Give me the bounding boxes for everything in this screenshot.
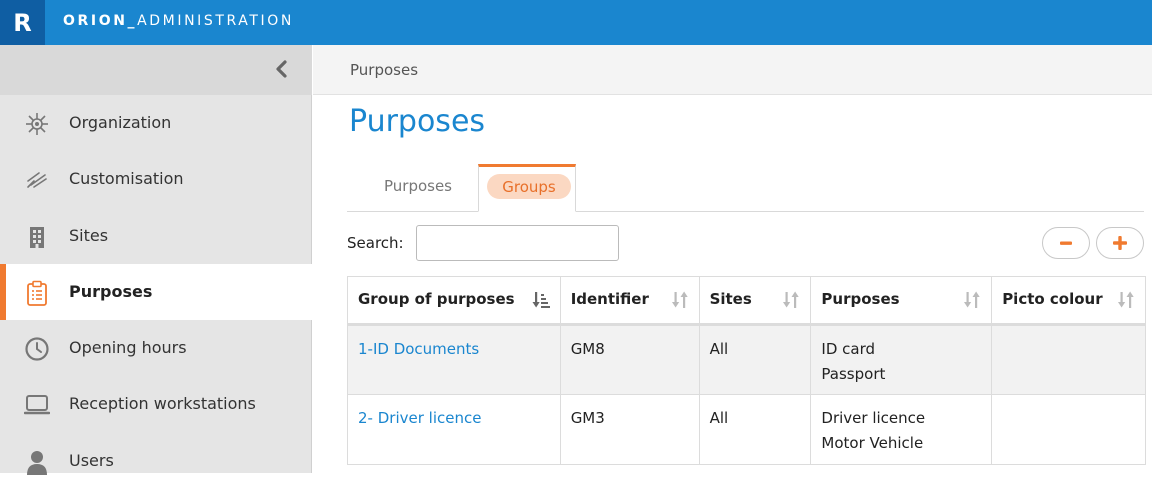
app-name: ORION_ADMINISTRATION: [63, 13, 294, 29]
sidebar-item-customisation[interactable]: Customisation: [0, 151, 312, 207]
sidebar-item-label: Organization: [69, 113, 172, 132]
page-title: Purposes: [349, 104, 486, 139]
sort-icon[interactable]: [963, 291, 981, 313]
remove-button[interactable]: [1042, 227, 1090, 259]
plus-icon: [1113, 236, 1127, 250]
sort-ascending-icon[interactable]: [532, 291, 550, 313]
network-icon: [24, 111, 50, 137]
sidebar-item-users[interactable]: Users: [0, 433, 312, 489]
sidebar: Organization Customisation Sites Purpose…: [0, 45, 312, 475]
sidebar-item-label: Purposes: [69, 282, 153, 301]
cell-picto-colour: [991, 324, 1146, 395]
sidebar-item-reception-workstations[interactable]: Reception workstations: [0, 376, 312, 432]
groups-table: Group of purposes Identifier Sites Purpo…: [347, 276, 1146, 465]
brush-icon: [24, 167, 50, 193]
sort-icon[interactable]: [671, 291, 689, 313]
sidebar-item-label: Reception workstations: [69, 394, 256, 413]
sidebar-item-organization[interactable]: Organization: [0, 95, 312, 151]
chevron-left-icon[interactable]: [270, 58, 292, 80]
tab-purposes[interactable]: Purposes: [358, 166, 478, 206]
clipboard-icon: [24, 280, 50, 306]
col-identifier[interactable]: Identifier: [559, 276, 700, 326]
sidebar-item-label: Sites: [69, 226, 109, 245]
cell-group: 2- Driver licence: [347, 394, 561, 465]
table-row[interactable]: 1-ID Documents GM8 All ID card Passport: [347, 324, 1146, 395]
group-link[interactable]: 2- Driver licence: [358, 406, 550, 431]
sidebar-item-sites[interactable]: Sites: [0, 208, 312, 264]
table-row[interactable]: 2- Driver licence GM3 All Driver licence…: [347, 394, 1146, 465]
logo: R: [0, 0, 45, 45]
clock-icon: [24, 336, 50, 362]
breadcrumb-bar: Purposes: [313, 45, 1152, 95]
user-icon: [24, 449, 50, 475]
search-input[interactable]: [416, 225, 619, 261]
sidebar-collapse-row: [0, 45, 312, 95]
cell-sites: All: [698, 394, 812, 465]
cell-identifier: GM8: [559, 324, 700, 395]
minus-icon: [1060, 241, 1072, 245]
sidebar-item-label: Customisation: [69, 169, 184, 188]
cell-purposes: ID card Passport: [810, 324, 993, 395]
tab-groups-label: Groups: [487, 174, 571, 199]
cell-picto-colour: [991, 394, 1146, 465]
sidebar-item-purposes[interactable]: Purposes: [0, 264, 312, 320]
building-icon: [24, 224, 50, 250]
sidebar-item-opening-hours[interactable]: Opening hours: [0, 320, 312, 376]
tab-groups[interactable]: Groups: [478, 164, 576, 212]
top-bar: R ORION_ADMINISTRATION: [0, 0, 1152, 45]
col-group-of-purposes[interactable]: Group of purposes: [347, 276, 561, 326]
cell-sites: All: [698, 324, 812, 395]
monitor-icon: [24, 392, 50, 418]
cell-purposes: Driver licence Motor Vehicle: [810, 394, 993, 465]
breadcrumb: Purposes: [350, 61, 419, 79]
col-picto-colour[interactable]: Picto colour: [991, 276, 1146, 326]
cell-identifier: GM3: [559, 394, 700, 465]
col-purposes[interactable]: Purposes: [810, 276, 993, 326]
search-label: Search:: [347, 234, 404, 252]
sidebar-item-label: Opening hours: [69, 338, 187, 357]
group-link[interactable]: 1-ID Documents: [358, 337, 550, 362]
tabs-divider: [347, 211, 1144, 212]
col-sites[interactable]: Sites: [698, 276, 812, 326]
sort-icon[interactable]: [1117, 291, 1135, 313]
sidebar-item-label: Users: [69, 451, 114, 470]
table-header-row: Group of purposes Identifier Sites Purpo…: [347, 276, 1146, 326]
cell-group: 1-ID Documents: [347, 324, 561, 395]
sort-icon[interactable]: [782, 291, 800, 313]
add-button[interactable]: [1096, 227, 1144, 259]
